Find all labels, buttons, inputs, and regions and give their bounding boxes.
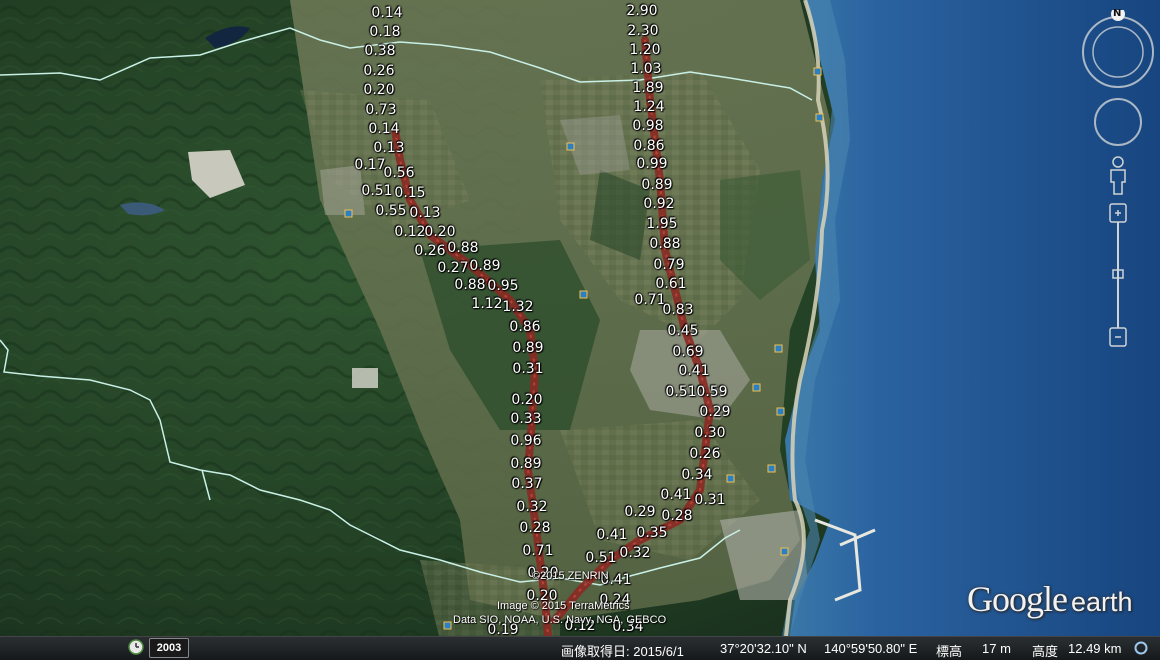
dose-label: 0.20: [511, 392, 543, 408]
dose-label: 0.71: [522, 543, 554, 559]
dose-label: 0.71: [634, 292, 666, 308]
streaming-status-icon: [1134, 641, 1148, 655]
dose-label: 0.99: [636, 156, 668, 172]
historical-imagery-clock-icon[interactable]: [128, 639, 144, 655]
longitude-readout: 140°59'50.80" E: [824, 641, 918, 656]
logo-google-text: Google: [967, 579, 1068, 619]
dose-label: 0.95: [487, 278, 519, 294]
compass-north-label: N: [1113, 8, 1122, 19]
dose-label: 0.28: [519, 520, 551, 536]
dose-label: 0.92: [643, 196, 675, 212]
elevation-value: 17 m: [982, 641, 1011, 656]
dose-label: 0.31: [694, 492, 726, 508]
dose-label: 1.24: [633, 99, 665, 115]
dose-label: 0.37: [511, 476, 543, 492]
terrametrics-credit: Image © 2015 TerraMetrics: [497, 600, 630, 612]
dose-label: 1.32: [502, 299, 534, 315]
dose-label: 0.32: [516, 499, 548, 515]
dose-label: 0.41: [678, 363, 710, 379]
dose-label: 0.18: [369, 24, 401, 40]
dose-label: 2.30: [627, 23, 659, 39]
satellite-imagery[interactable]: [0, 0, 1160, 660]
dose-label: 1.03: [630, 61, 662, 77]
dose-label: 0.96: [510, 433, 542, 449]
logo-earth-text: earth: [1070, 587, 1133, 617]
dose-label: 0.89: [512, 340, 544, 356]
street-view-pegman-icon[interactable]: [1108, 156, 1128, 196]
zenrin-credit: ©2015 ZENRIN: [532, 570, 609, 582]
dose-label: 0.51: [665, 384, 697, 400]
dose-label: 1.89: [632, 80, 664, 96]
dose-label: 0.51: [585, 550, 617, 566]
dose-label: 0.89: [641, 177, 673, 193]
dose-label: 0.15: [394, 185, 426, 201]
dose-label: 0.13: [409, 205, 441, 221]
dose-label: 0.61: [655, 276, 687, 292]
dose-label: 0.88: [649, 236, 681, 252]
dose-label: 0.38: [364, 43, 396, 59]
altitude-value: 12.49 km: [1068, 641, 1122, 656]
dose-label: 0.51: [361, 183, 393, 199]
altitude-label: 高度: [1032, 644, 1059, 659]
dose-label: 0.33: [510, 411, 542, 427]
dose-label: 0.14: [368, 121, 400, 137]
dose-label: 0.41: [660, 487, 692, 503]
google-earth-logo: Google earth: [967, 578, 1133, 620]
dose-label: 0.86: [633, 138, 665, 154]
dose-label: 0.89: [510, 456, 542, 472]
look-around-control[interactable]: N: [1080, 7, 1156, 90]
dose-label: 0.20: [424, 224, 456, 240]
dose-label: 0.79: [653, 257, 685, 273]
dose-label: 0.14: [371, 5, 403, 21]
move-control[interactable]: [1093, 97, 1143, 147]
dose-label: 2.90: [626, 3, 658, 19]
historical-year-badge[interactable]: 2003: [149, 638, 189, 658]
dose-label: 0.26: [363, 63, 395, 79]
dose-label: 0.13: [373, 140, 405, 156]
dose-label: 0.12: [394, 224, 426, 240]
dose-label: 0.17: [354, 157, 386, 173]
dose-label: 0.27: [437, 260, 469, 276]
dose-label: 0.86: [509, 319, 541, 335]
dose-label: 0.26: [689, 446, 721, 462]
dose-label: 0.45: [667, 323, 699, 339]
dose-label: 0.98: [632, 118, 664, 134]
dose-label: 0.31: [512, 361, 544, 377]
dose-label: 0.28: [661, 508, 693, 524]
dose-label: 0.89: [469, 258, 501, 274]
dose-label: 0.29: [699, 404, 731, 420]
dose-label: 0.55: [375, 203, 407, 219]
dose-label: 0.83: [662, 302, 694, 318]
dose-label: 1.12: [471, 296, 503, 312]
latitude-readout: 37°20'32.10" N: [720, 641, 807, 656]
dose-label: 0.73: [365, 102, 397, 118]
dose-label: 0.69: [672, 344, 704, 360]
dose-label: 0.88: [454, 277, 486, 293]
dose-label: 0.26: [414, 243, 446, 259]
elevation-label: 標高: [936, 644, 963, 659]
data-credit: Data SIO, NOAA, U.S. Navy, NGA, GEBCO: [453, 614, 667, 626]
dose-label: 0.88: [447, 240, 479, 256]
dose-label: 0.59: [696, 384, 728, 400]
dose-label: 0.32: [619, 545, 651, 561]
dose-label: 0.20: [363, 82, 395, 98]
dose-label: 1.95: [646, 216, 678, 232]
imagery-date: 画像取得日: 2015/6/1: [561, 644, 684, 659]
dose-label: 0.35: [636, 525, 668, 541]
dose-label: 1.20: [629, 42, 661, 58]
dose-label: 0.41: [596, 527, 628, 543]
dose-label: 0.29: [624, 504, 656, 520]
dose-label: 0.30: [694, 425, 726, 441]
zoom-slider[interactable]: [1107, 202, 1129, 348]
dose-label: 0.34: [681, 467, 713, 483]
dose-label: 0.56: [383, 165, 415, 181]
map-viewport[interactable]: 0.14 0.18 0.38 0.26 0.20 0.73 0.14 0.13 0.17 0.56…: [0, 0, 1160, 660]
